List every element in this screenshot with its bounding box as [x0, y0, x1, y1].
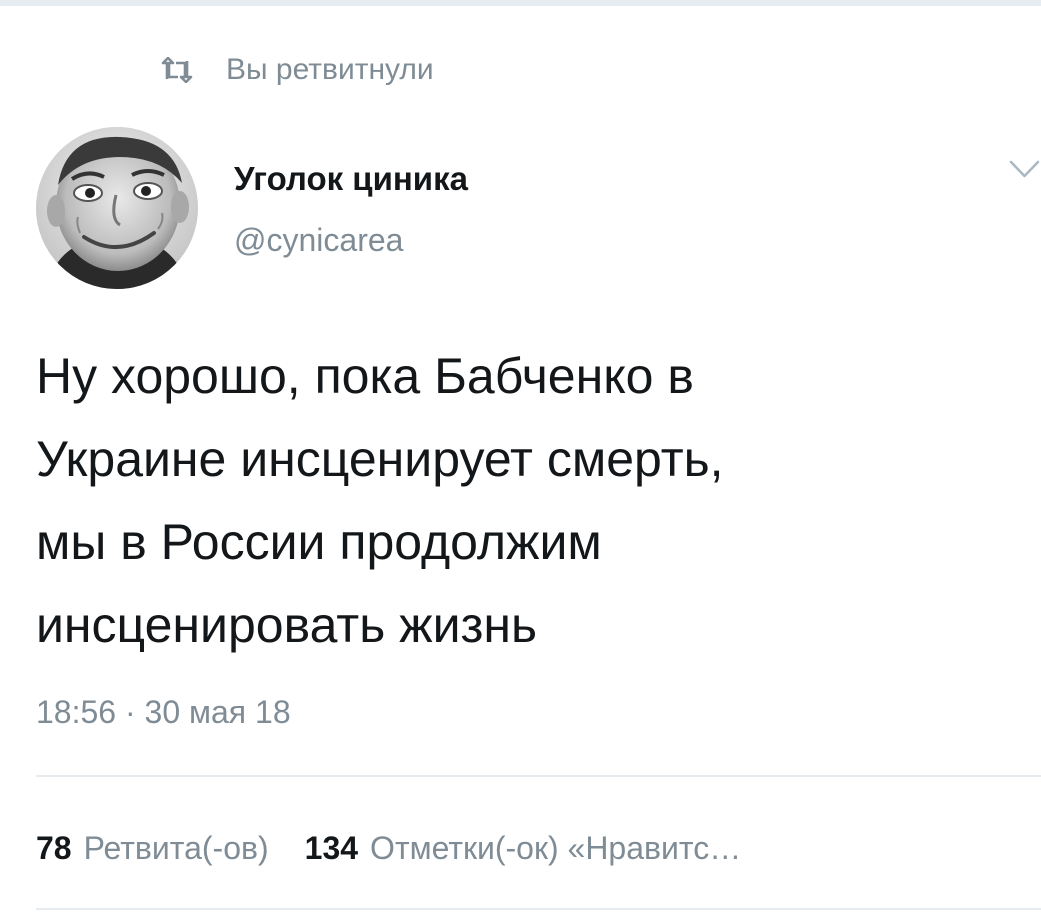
- tweet-timestamp[interactable]: 18:56 · 30 мая 18: [36, 694, 291, 731]
- retweets-label[interactable]: Ретвита(-ов): [84, 830, 269, 867]
- likes-label[interactable]: Отметки(-ок) «Нравитс…: [370, 830, 741, 867]
- retweets-count[interactable]: 78: [36, 830, 72, 867]
- tweet-text-line: мы в России продолжим: [36, 514, 602, 570]
- tweet-text: Ну хорошо, пока Бабченко в Украине инсце…: [36, 335, 1006, 667]
- tweet-stats: 78 Ретвита(-ов) 134 Отметки(-ок) «Нравит…: [36, 826, 741, 870]
- divider: [36, 908, 1041, 910]
- retweet-icon: [160, 56, 194, 84]
- chevron-down-icon[interactable]: [1008, 158, 1041, 182]
- divider: [36, 775, 1041, 777]
- likes-count[interactable]: 134: [305, 830, 358, 867]
- retweet-context-label: Вы ретвитнули: [226, 53, 434, 86]
- tweet-text-line: инсценировать жизнь: [36, 597, 538, 653]
- top-divider: [0, 0, 1041, 6]
- tweet-text-line: Украине инсценирует смерть,: [36, 431, 724, 487]
- author-name[interactable]: Уголок циника: [234, 160, 468, 198]
- retweet-context: Вы ретвитнули: [160, 50, 434, 90]
- avatar[interactable]: [36, 127, 198, 289]
- author-handle[interactable]: @cynicarea: [234, 222, 403, 259]
- tweet-text-line: Ну хорошо, пока Бабченко в: [36, 348, 694, 404]
